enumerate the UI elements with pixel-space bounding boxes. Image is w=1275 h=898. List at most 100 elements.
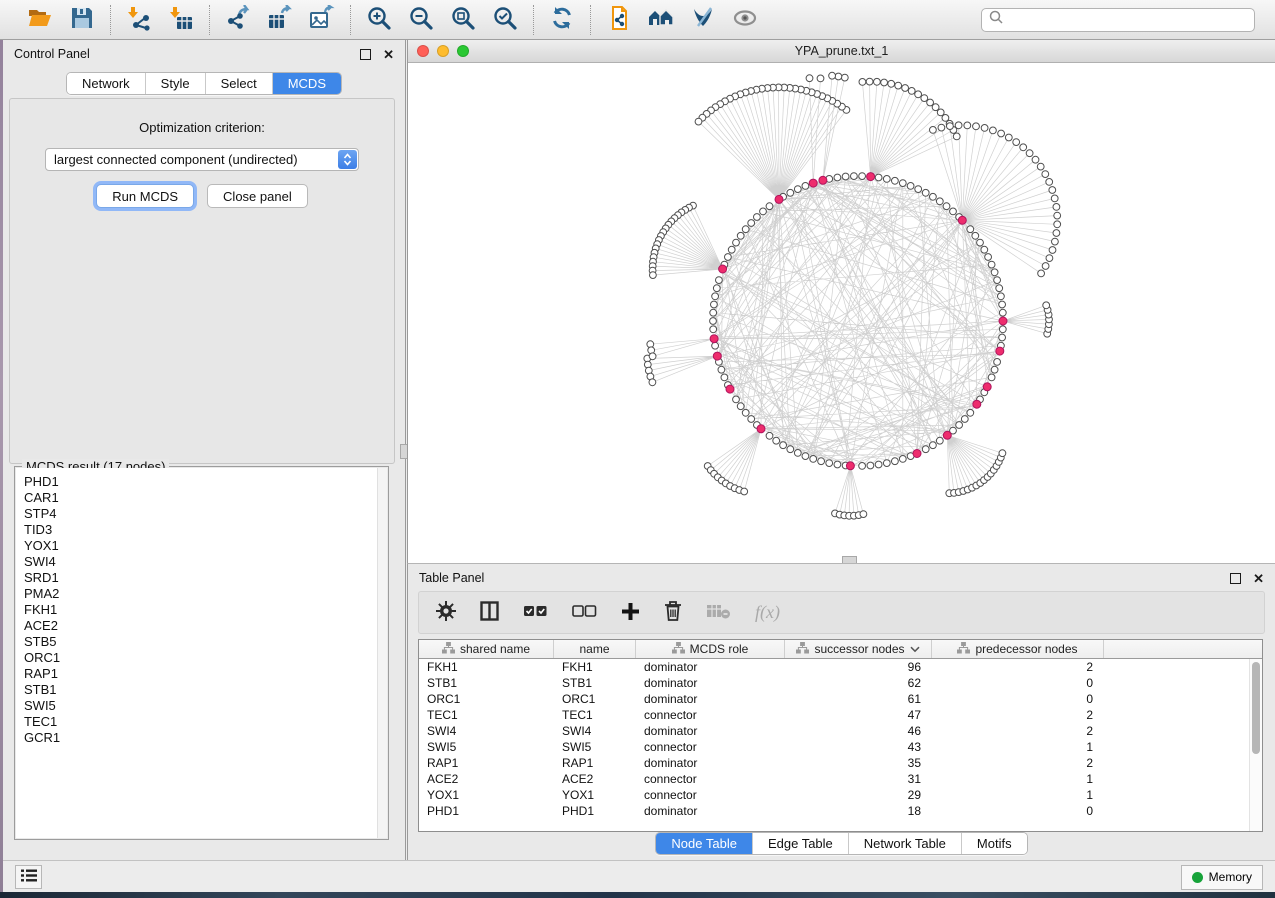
graph-node[interactable] — [742, 409, 749, 416]
close-table-panel-icon[interactable]: ✕ — [1253, 572, 1264, 585]
graph-leaf-node[interactable] — [1032, 156, 1039, 163]
tab-mcds[interactable]: MCDS — [272, 73, 341, 94]
graph-dominator-node[interactable] — [999, 317, 1007, 325]
mcds-result-item[interactable]: GCR1 — [24, 730, 387, 746]
graph-node[interactable] — [972, 232, 979, 239]
run-mcds-button[interactable]: Run MCDS — [96, 184, 194, 208]
graph-node[interactable] — [787, 189, 794, 196]
vizmapper-button[interactable] — [688, 5, 718, 35]
graph-node[interactable] — [710, 309, 717, 316]
graph-node[interactable] — [967, 409, 974, 416]
graph-node[interactable] — [899, 180, 906, 187]
zoom-window-light[interactable] — [457, 45, 469, 57]
table-row[interactable]: RAP1RAP1dominator352 — [419, 755, 1262, 771]
graph-node[interactable] — [748, 220, 755, 227]
graph-node[interactable] — [710, 318, 717, 325]
mcds-result-item[interactable]: ORC1 — [24, 650, 387, 666]
deselect-all-button[interactable] — [572, 602, 597, 623]
graph-leaf-node[interactable] — [650, 272, 657, 279]
graph-leaf-node[interactable] — [741, 488, 748, 495]
graph-node[interactable] — [936, 437, 943, 444]
zoom-out-button[interactable] — [406, 5, 436, 35]
table-scrollbar-thumb[interactable] — [1252, 662, 1260, 754]
memory-button[interactable]: Memory — [1181, 865, 1263, 890]
mcds-result-item[interactable]: YOX1 — [24, 538, 387, 554]
table-row[interactable]: TEC1TEC1connector472 — [419, 707, 1262, 723]
graph-node[interactable] — [773, 437, 780, 444]
mcds-result-item[interactable]: SRD1 — [24, 570, 387, 586]
zoom-selected-button[interactable] — [490, 5, 520, 35]
graph-dominator-node[interactable] — [809, 179, 817, 187]
graph-node[interactable] — [915, 186, 922, 193]
graph-node[interactable] — [988, 261, 995, 268]
graph-node[interactable] — [996, 285, 1003, 292]
graph-leaf-node[interactable] — [1054, 221, 1061, 228]
graph-node[interactable] — [936, 198, 943, 205]
graph-leaf-node[interactable] — [998, 130, 1005, 137]
export-image-button[interactable] — [307, 5, 337, 35]
graph-node[interactable] — [967, 226, 974, 233]
table-tab-motifs[interactable]: Motifs — [961, 833, 1027, 854]
graph-leaf-node[interactable] — [860, 511, 867, 518]
close-panel-button[interactable]: Close panel — [207, 184, 308, 208]
graph-leaf-node[interactable] — [981, 125, 988, 132]
graph-node[interactable] — [883, 176, 890, 183]
graph-node[interactable] — [737, 232, 744, 239]
mcds-result-list[interactable]: PHD1CAR1STP4TID3YOX1SWI4SRD1PMA2FKH1ACE2… — [16, 468, 387, 838]
table-row[interactable]: STB1STB1dominator620 — [419, 675, 1262, 691]
graph-node[interactable] — [991, 269, 998, 276]
mcds-result-item[interactable]: FKH1 — [24, 602, 387, 618]
graph-node[interactable] — [999, 334, 1006, 341]
home-button[interactable] — [646, 5, 676, 35]
export-table-button[interactable] — [265, 5, 295, 35]
table-scrollbar[interactable] — [1249, 659, 1262, 831]
graph-dominator-node[interactable] — [775, 195, 783, 203]
graph-node[interactable] — [999, 301, 1006, 308]
graph-leaf-node[interactable] — [1052, 238, 1059, 245]
graph-node[interactable] — [834, 461, 841, 468]
graph-leaf-node[interactable] — [1042, 171, 1049, 178]
graph-node[interactable] — [981, 246, 988, 253]
graph-leaf-node[interactable] — [953, 133, 960, 140]
graph-node[interactable] — [760, 208, 767, 215]
select-all-button[interactable] — [523, 602, 548, 623]
graph-leaf-node[interactable] — [1026, 150, 1033, 157]
mcds-result-item[interactable]: ACE2 — [24, 618, 387, 634]
graph-node[interactable] — [930, 193, 937, 200]
graph-leaf-node[interactable] — [1053, 230, 1060, 237]
graph-node[interactable] — [834, 174, 841, 181]
mcds-list-scrollbar[interactable] — [377, 468, 387, 838]
graph-node[interactable] — [999, 309, 1006, 316]
graph-node[interactable] — [748, 416, 755, 423]
graph-node[interactable] — [733, 396, 740, 403]
graph-node[interactable] — [754, 214, 761, 221]
graph-dominator-node[interactable] — [958, 216, 966, 224]
graph-node[interactable] — [867, 462, 874, 469]
graph-leaf-node[interactable] — [999, 450, 1006, 457]
hide-details-button[interactable] — [730, 5, 760, 35]
graph-leaf-node[interactable] — [649, 353, 656, 360]
mcds-result-item[interactable]: SWI5 — [24, 698, 387, 714]
graph-leaf-node[interactable] — [649, 379, 656, 386]
mcds-result-item[interactable]: SWI4 — [24, 554, 387, 570]
graph-dominator-node[interactable] — [719, 265, 727, 273]
graph-dominator-node[interactable] — [983, 383, 991, 391]
graph-node[interactable] — [766, 203, 773, 210]
table-row[interactable]: SWI5SWI5connector431 — [419, 739, 1262, 755]
graph-node[interactable] — [711, 301, 718, 308]
graph-leaf-node[interactable] — [1049, 187, 1056, 194]
graph-leaf-node[interactable] — [1038, 270, 1045, 277]
graph-node[interactable] — [794, 186, 801, 193]
graph-node[interactable] — [710, 326, 717, 333]
graph-dominator-node[interactable] — [819, 176, 827, 184]
table-tab-network-table[interactable]: Network Table — [848, 833, 961, 854]
column-header-name[interactable]: name — [554, 640, 636, 658]
graph-dominator-node[interactable] — [713, 352, 721, 360]
column-header-shared-name[interactable]: shared name — [419, 640, 554, 658]
graph-leaf-node[interactable] — [841, 74, 848, 81]
graph-leaf-node[interactable] — [866, 78, 873, 85]
graph-node[interactable] — [956, 422, 963, 429]
graph-leaf-node[interactable] — [908, 88, 915, 95]
graph-node[interactable] — [712, 293, 719, 300]
import-network-button[interactable] — [124, 5, 154, 35]
